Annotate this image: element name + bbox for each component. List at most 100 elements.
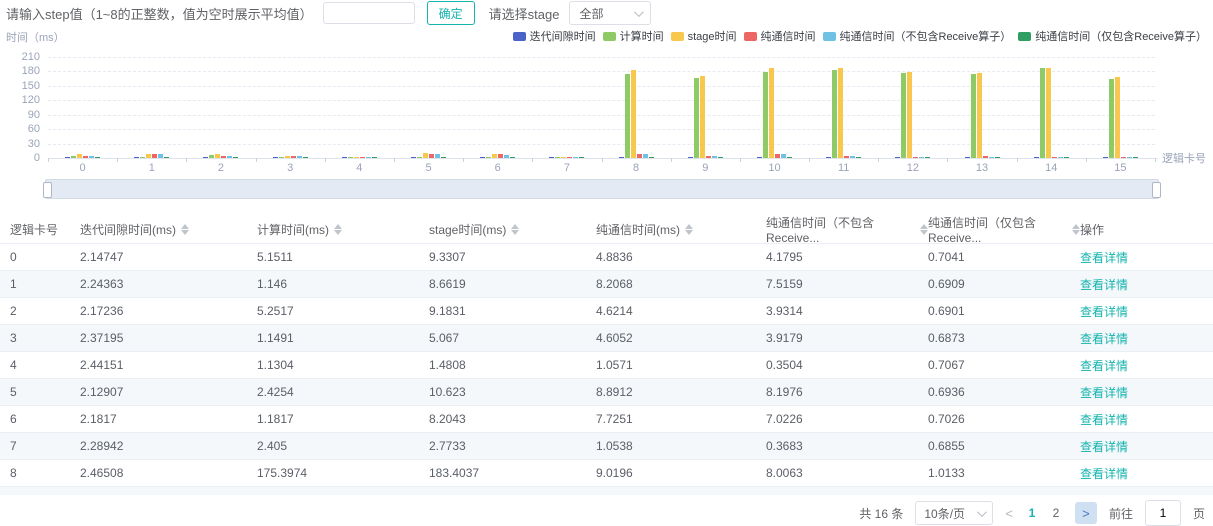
datazoom-left-handle[interactable] <box>43 182 52 198</box>
sort-ascending-icon[interactable] <box>920 224 928 229</box>
view-details-link[interactable]: 查看详情 <box>1080 413 1128 427</box>
gridline <box>48 144 1155 145</box>
sort-ascending-icon[interactable] <box>334 224 342 229</box>
table-cell: 2.28942 <box>80 439 257 453</box>
sort-icons[interactable] <box>920 224 928 235</box>
sort-icons[interactable] <box>685 224 693 235</box>
step-input[interactable] <box>323 2 415 24</box>
pagination-bar: 共 16 条 10条/页 < 12 > 前往 页 <box>859 501 1205 525</box>
stage-select[interactable]: 全部 <box>569 1 651 25</box>
table-cell: 0.3504 <box>766 358 928 372</box>
sort-descending-icon[interactable] <box>334 230 342 235</box>
confirm-button[interactable]: 确定 <box>427 1 475 25</box>
table-header-cell[interactable]: 纯通信时间（不包含Receive... <box>766 214 928 245</box>
next-page-button[interactable]: > <box>1075 502 1097 524</box>
bar <box>498 154 503 158</box>
table-cell: 8.6619 <box>429 277 596 291</box>
bar <box>303 157 308 158</box>
legend-label: 计算时间 <box>620 28 664 44</box>
step-input-label: 请输入step值（1~8的正整数，值为空时展示平均值） <box>6 4 313 23</box>
table-cell: 2 <box>10 304 80 318</box>
bar <box>273 157 278 158</box>
view-details-link[interactable]: 查看详情 <box>1080 332 1128 346</box>
bar <box>757 157 762 158</box>
sort-icons[interactable] <box>334 224 342 235</box>
bar <box>625 74 630 158</box>
legend-item[interactable]: stage时间 <box>671 28 737 44</box>
table-cell: 2.37195 <box>80 331 257 345</box>
axis-tick-mark <box>463 158 464 162</box>
view-details-link[interactable]: 查看详情 <box>1080 359 1128 373</box>
bar <box>619 157 624 158</box>
table-cell: 1.0538 <box>596 439 766 453</box>
legend-item[interactable]: 迭代间隙时间 <box>513 28 596 44</box>
page-number-2[interactable]: 2 <box>1051 506 1061 520</box>
table-header-cell[interactable]: 迭代间隙时间(ms) <box>80 221 257 238</box>
bar <box>832 70 837 158</box>
bar <box>95 157 100 158</box>
legend-item[interactable]: 计算时间 <box>603 28 664 44</box>
sort-descending-icon[interactable] <box>1072 230 1080 235</box>
table-cell: 3.9179 <box>766 331 928 345</box>
bar <box>694 78 699 158</box>
sort-ascending-icon[interactable] <box>685 224 693 229</box>
table-cell: 0 <box>10 250 80 264</box>
table-cell: 7 <box>10 439 80 453</box>
prev-page-button[interactable]: < <box>1005 506 1013 521</box>
legend-item[interactable]: 纯通信时间 <box>744 28 816 44</box>
sort-ascending-icon[interactable] <box>181 224 189 229</box>
legend-item[interactable]: 纯通信时间（仅包含Receive算子） <box>1018 28 1207 44</box>
column-title: 逻辑卡号 <box>10 221 58 238</box>
x-tick-label: 4 <box>356 162 362 174</box>
table-cell: 7.7251 <box>596 412 766 426</box>
bar <box>1121 157 1126 158</box>
table-cell: 1.1304 <box>257 358 429 372</box>
table-header-cell[interactable]: stage时间(ms) <box>429 221 596 238</box>
datazoom-right-handle[interactable] <box>1152 182 1161 198</box>
view-details-link[interactable]: 查看详情 <box>1080 251 1128 265</box>
pager: < 12 > <box>1005 502 1097 524</box>
legend-item[interactable]: 纯通信时间（不包含Receive算子） <box>823 28 1012 44</box>
sort-ascending-icon[interactable] <box>1072 224 1080 229</box>
bar <box>838 68 843 158</box>
sort-descending-icon[interactable] <box>511 230 519 235</box>
table-cell: 6 <box>10 412 80 426</box>
view-details-link[interactable]: 查看详情 <box>1080 467 1128 481</box>
bar <box>971 74 976 158</box>
sort-descending-icon[interactable] <box>920 230 928 235</box>
sort-descending-icon[interactable] <box>685 230 693 235</box>
view-details-link[interactable]: 查看详情 <box>1080 440 1128 454</box>
view-details-link[interactable]: 查看详情 <box>1080 278 1128 292</box>
bar <box>712 156 717 158</box>
legend-label: 纯通信时间（不包含Receive算子） <box>840 28 1012 44</box>
table-header-cell[interactable]: 纯通信时间（仅包含Receive... <box>928 214 1080 245</box>
page-number-1[interactable]: 1 <box>1027 506 1037 520</box>
bar <box>203 157 208 158</box>
view-details-link[interactable]: 查看详情 <box>1080 386 1128 400</box>
bar <box>158 154 163 158</box>
table-header-cell[interactable]: 纯通信时间(ms) <box>596 221 766 238</box>
legend-label: 纯通信时间（仅包含Receive算子） <box>1035 28 1207 44</box>
table-row: 72.289422.4052.77331.05380.36830.6855查看详… <box>0 433 1213 460</box>
table-cell: 8.1976 <box>766 385 928 399</box>
view-details-link[interactable]: 查看详情 <box>1080 305 1128 319</box>
sort-ascending-icon[interactable] <box>511 224 519 229</box>
sort-icons[interactable] <box>1072 224 1080 235</box>
datazoom-slider[interactable] <box>45 179 1159 199</box>
legend-label: 纯通信时间 <box>761 28 816 44</box>
bar <box>965 157 970 158</box>
page-size-select[interactable]: 10条/页 <box>915 501 993 525</box>
total-count-label: 共 16 条 <box>859 505 903 522</box>
goto-page-input[interactable] <box>1145 500 1181 526</box>
axis-tick-mark <box>602 158 603 162</box>
gridline <box>48 115 1155 116</box>
sort-descending-icon[interactable] <box>181 230 189 235</box>
column-title: 纯通信时间（不包含Receive... <box>766 214 915 245</box>
table-cell: 4.6052 <box>596 331 766 345</box>
table-cell: 2.46508 <box>80 466 257 480</box>
table-header-cell[interactable]: 计算时间(ms) <box>257 221 429 238</box>
sort-icons[interactable] <box>181 224 189 235</box>
legend-swatch-icon <box>513 32 526 41</box>
bar <box>140 157 145 158</box>
sort-icons[interactable] <box>511 224 519 235</box>
